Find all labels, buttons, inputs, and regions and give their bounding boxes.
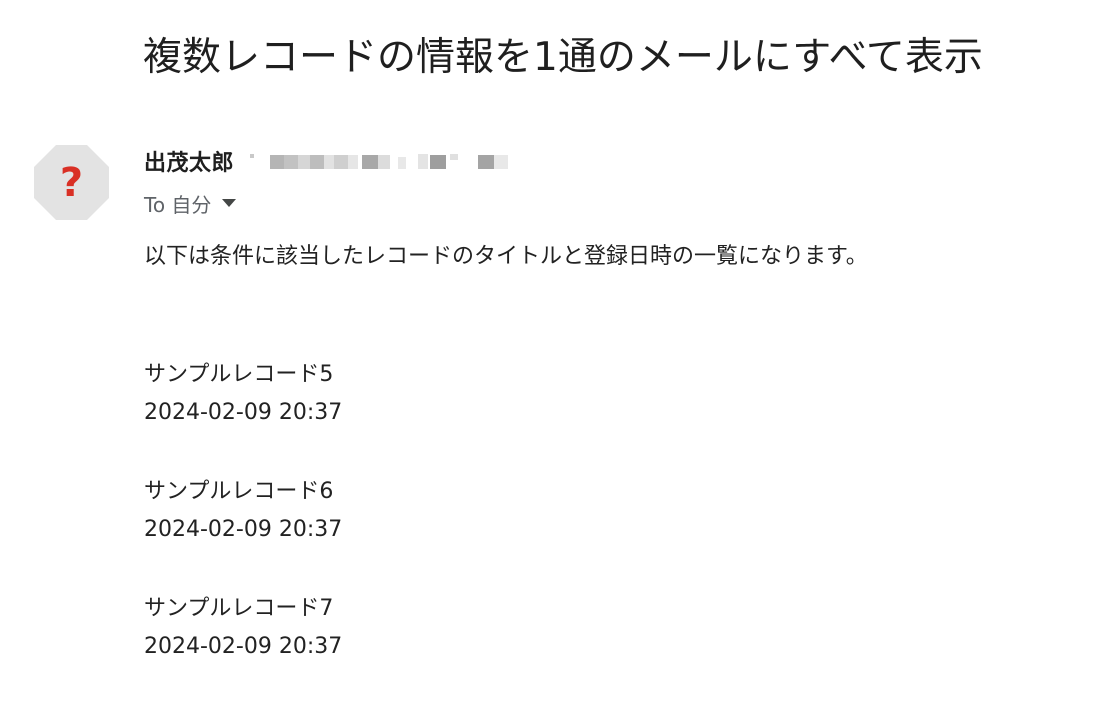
svg-text:?: ? [60, 160, 83, 206]
email-subject: 複数レコードの情報を1通のメールにすべて表示 [143, 35, 983, 80]
record-datetime: 2024-02-09 20:37 [144, 517, 343, 542]
email-body: 以下は条件に該当したレコードのタイトルと登録日時の一覧になります。 [144, 238, 1064, 276]
pixelated-email-icon [250, 154, 509, 169]
record-datetime: 2024-02-09 20:37 [144, 634, 343, 659]
sender-name[interactable]: 出茂太郎 [144, 145, 234, 177]
record-item: サンプルレコード7 2024-02-09 20:37 [144, 590, 342, 707]
recipient-label: To 自分 [144, 192, 212, 217]
sender-row: 出茂太郎 [144, 144, 510, 178]
unknown-sender-question-icon: ? [34, 145, 109, 220]
sender-avatar[interactable]: ? [34, 145, 109, 220]
email-view: 複数レコードの情報を1通のメールにすべて表示 ? 出茂太郎 To 自分 以下は条… [0, 0, 1097, 721]
body-intro-text: 以下は条件に該当したレコードのタイトルと登録日時の一覧になります。 [144, 244, 868, 269]
caret-down-icon[interactable] [221, 198, 237, 208]
sender-email-redacted [250, 151, 510, 171]
record-title: サンプルレコード7 [144, 596, 334, 621]
record-list: サンプルレコード5 2024-02-09 20:37 サンプルレコード6 202… [144, 356, 342, 707]
record-title: サンプルレコード6 [144, 479, 334, 504]
record-item: サンプルレコード5 2024-02-09 20:37 [144, 356, 342, 473]
record-datetime: 2024-02-09 20:37 [144, 400, 343, 425]
recipient-details-toggle[interactable]: To 自分 [144, 188, 237, 218]
record-title: サンプルレコード5 [144, 362, 334, 387]
record-item: サンプルレコード6 2024-02-09 20:37 [144, 473, 342, 590]
